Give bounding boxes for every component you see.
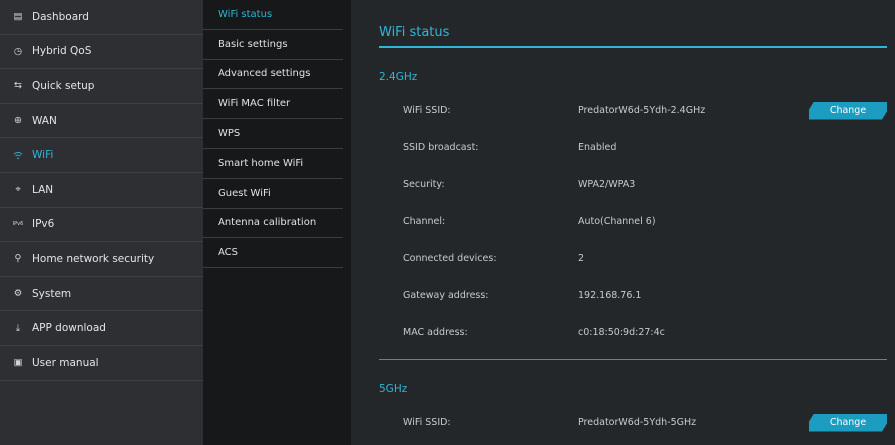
sidebar-item-system[interactable]: ⚙ System (0, 277, 203, 312)
sidebar-item-quick-setup[interactable]: ⇆ Quick setup (0, 69, 203, 104)
main-sidebar: ▤ Dashboard ◷ Hybrid QoS ⇆ Quick setup ⊕… (0, 0, 203, 445)
info-row-wifi-ssid-5ghz: WiFi SSID: PredatorW6d-5Ydh-5GHz Change (379, 404, 887, 441)
sidebar-item-label: User manual (32, 356, 99, 369)
speed-gauge-icon: ◷ (13, 45, 23, 57)
field-value: PredatorW6d-5Ydh-5GHz (578, 417, 697, 428)
lan-icon: ⌖ (15, 184, 21, 196)
submenu-item-wifi-status[interactable]: WiFi status (203, 0, 343, 30)
info-row-security: Security: WPA2/WPA3 (379, 166, 887, 203)
section-title-2-4ghz: 2.4GHz (379, 71, 418, 83)
field-value: 192.168.76.1 (578, 290, 642, 301)
globe-icon: ⊕ (14, 115, 22, 127)
sidebar-item-label: WiFi (32, 149, 54, 162)
field-label: Gateway address: (403, 290, 489, 301)
sidebar-item-label: APP download (32, 322, 106, 335)
download-icon: ⤓ (15, 322, 21, 334)
sidebar-item-home-network-security[interactable]: ⚲ Home network security (0, 242, 203, 277)
router-admin-app: ▤ Dashboard ◷ Hybrid QoS ⇆ Quick setup ⊕… (0, 0, 895, 445)
section-title-5ghz: 5GHz (379, 383, 408, 395)
field-label: Connected devices: (403, 253, 497, 264)
submenu-item-advanced-settings[interactable]: Advanced settings (203, 60, 343, 90)
manual-icon: ▣ (13, 357, 23, 369)
change-ssid-5ghz-button[interactable]: Change (809, 414, 887, 432)
sidebar-item-label: Quick setup (32, 79, 95, 92)
info-row-gateway-address: Gateway address: 192.168.76.1 (379, 277, 887, 314)
info-row-wifi-ssid: WiFi SSID: PredatorW6d-5Ydh-2.4GHz Chang… (379, 92, 887, 129)
info-row-channel: Channel: Auto(Channel 6) (379, 203, 887, 240)
info-row-ssid-broadcast: SSID broadcast: Enabled (379, 129, 887, 166)
submenu-item-wifi-mac-filter[interactable]: WiFi MAC filter (203, 89, 343, 120)
sidebar-item-user-manual[interactable]: ▣ User manual (0, 346, 203, 381)
submenu-item-acs[interactable]: ACS (203, 238, 343, 269)
gear-icon: ⚙ (13, 288, 23, 300)
submenu-item-wps[interactable]: WPS (203, 119, 343, 149)
sidebar-item-label: Hybrid QoS (32, 45, 92, 58)
sidebar-item-label: System (32, 287, 72, 300)
security-icon: ⚲ (14, 253, 22, 265)
field-label: WiFi SSID: (403, 105, 451, 116)
sidebar-item-hybrid-qos[interactable]: ◷ Hybrid QoS (0, 35, 203, 70)
field-label: WiFi SSID: (403, 417, 451, 428)
field-value: Enabled (578, 142, 617, 153)
main-content: WiFi status 2.4GHz WiFi SSID: PredatorW6… (351, 0, 895, 445)
info-row-mac-address: MAC address: c0:18:50:9d:27:4c (379, 314, 887, 351)
field-label: SSID broadcast: (403, 142, 479, 153)
field-value: WPA2/WPA3 (578, 179, 636, 190)
sidebar-item-label: LAN (32, 183, 54, 196)
sidebar-item-label: WAN (32, 114, 57, 127)
sidebar-item-dashboard[interactable]: ▤ Dashboard (0, 0, 203, 35)
field-value: Auto(Channel 6) (578, 216, 656, 227)
submenu-item-antenna-calibration[interactable]: Antenna calibration (203, 209, 343, 239)
field-value: c0:18:50:9d:27:4c (578, 327, 665, 338)
change-ssid-2-4ghz-button[interactable]: Change (809, 102, 887, 120)
quick-setup-icon: ⇆ (14, 80, 22, 92)
sidebar-item-wifi[interactable]: WiFi (0, 138, 203, 173)
submenu-item-basic-settings[interactable]: Basic settings (203, 30, 343, 60)
sidebar-item-lan[interactable]: ⌖ LAN (0, 173, 203, 208)
sidebar-item-label: IPv6 (32, 218, 55, 231)
sidebar-item-wan[interactable]: ⊕ WAN (0, 104, 203, 139)
section-divider (379, 359, 887, 360)
info-row-connected-devices: Connected devices: 2 (379, 240, 887, 277)
wifi-icon (12, 151, 24, 160)
page-title: WiFi status (379, 0, 887, 48)
sidebar-item-label: Home network security (32, 252, 155, 265)
submenu-item-guest-wifi[interactable]: Guest WiFi (203, 179, 343, 209)
sidebar-item-ipv6[interactable]: IPv6 IPv6 (0, 208, 203, 243)
sidebar-item-label: Dashboard (32, 10, 89, 23)
dashboard-icon: ▤ (13, 11, 23, 23)
field-value: PredatorW6d-5Ydh-2.4GHz (578, 105, 706, 116)
field-label: Channel: (403, 216, 446, 227)
field-label: Security: (403, 179, 445, 190)
wifi-submenu: WiFi status Basic settings Advanced sett… (203, 0, 351, 445)
field-value: 2 (578, 253, 585, 264)
submenu-item-smart-home-wifi[interactable]: Smart home WiFi (203, 149, 343, 179)
ipv6-icon: IPv6 (12, 221, 24, 228)
sidebar-item-app-download[interactable]: ⤓ APP download (0, 311, 203, 346)
field-label: MAC address: (403, 327, 468, 338)
